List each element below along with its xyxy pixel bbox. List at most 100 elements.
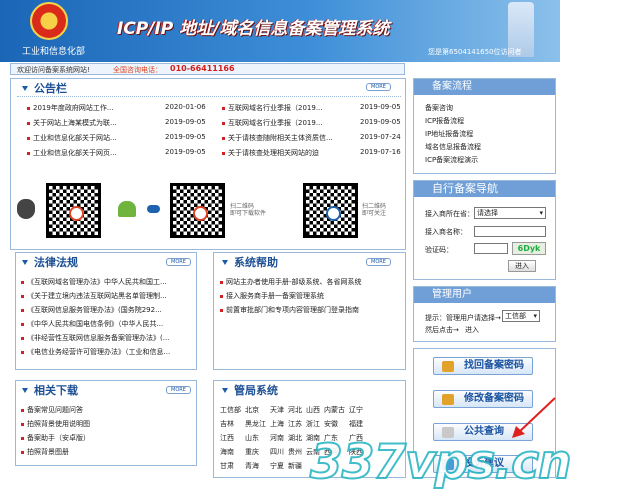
province-link[interactable]: 北京	[243, 403, 268, 417]
access-province-label: 接入商所在省：	[425, 210, 474, 218]
province-link[interactable]: 吉林	[218, 417, 243, 431]
flow-item[interactable]: ICP备案流程演示	[425, 154, 481, 167]
flow-item[interactable]: 域名信息报备流程	[425, 141, 481, 154]
help-title: 系统帮助	[234, 256, 278, 269]
province-link[interactable]: 山东	[243, 431, 268, 445]
province-link[interactable]: 海南	[218, 445, 243, 459]
qr-code-android	[170, 183, 225, 238]
notice-title: 公告栏	[34, 82, 67, 95]
downloads-more-button[interactable]: MORE	[166, 386, 191, 394]
admin-user-select[interactable]: 工信部 ▾	[502, 310, 540, 322]
province-link[interactable]: 浙江	[304, 417, 322, 431]
province-link[interactable]: 黑龙江	[243, 417, 268, 431]
law-title: 法律法规	[34, 256, 78, 269]
qr-code-ios	[46, 183, 101, 238]
access-name-input[interactable]	[474, 226, 546, 237]
province-link[interactable]: 甘肃	[218, 459, 243, 473]
province-link[interactable]: 重庆	[243, 445, 268, 459]
notice-item[interactable]: 关于网站上海某模式为联...	[33, 119, 117, 127]
province-link[interactable]: 安徽	[322, 417, 347, 431]
access-province-select[interactable]: 请选择 ▾	[474, 207, 546, 219]
flow-item[interactable]: IP地址报备流程	[425, 128, 481, 141]
button-label: 找回备案密码	[464, 360, 524, 371]
download-item[interactable]: 拍照背景使用说明图	[27, 420, 90, 428]
notice-item[interactable]: 关于请核查随附相关主体资质信...	[228, 134, 333, 142]
province-link[interactable]: 湖北	[286, 431, 304, 445]
select-value: 工信部	[505, 312, 526, 320]
law-item[interactable]: 《互联网信息服务管理办法》(国务院292...	[27, 306, 162, 314]
province-link[interactable]: 贵州	[286, 445, 304, 459]
law-item[interactable]: 《电信业务经营许可管理办法》（工业和信息...	[27, 348, 170, 356]
apple-icon[interactable]	[17, 199, 35, 219]
notice-arrow-icon	[22, 86, 28, 91]
flow-item[interactable]: ICP报备流程	[425, 115, 481, 128]
province-link[interactable]: 青海	[243, 459, 268, 473]
captcha-image[interactable]: 6Dyk	[512, 242, 546, 255]
help-more-button[interactable]: MORE	[366, 258, 391, 266]
android-icon[interactable]	[118, 201, 136, 217]
hotline-label: 全国咨询电话：	[113, 66, 162, 74]
law-more-button[interactable]: MORE	[166, 258, 191, 266]
notice-more-button[interactable]: MORE	[366, 83, 391, 91]
help-item[interactable]: 网站主办者使用手册-部级系统、各省网系统	[226, 278, 362, 286]
law-item[interactable]: 《互联网域名管理办法》中华人民共和国工...	[27, 278, 167, 286]
notice-item[interactable]: 2019年度政府网站工作...	[33, 104, 114, 112]
province-link[interactable]: 四川	[268, 445, 286, 459]
cloud-download-icon[interactable]	[147, 205, 160, 213]
downloads-title: 相关下载	[34, 384, 78, 397]
admin-user-title: 管理用户	[414, 287, 555, 303]
province-link[interactable]: 天津	[268, 403, 286, 417]
access-name-label: 接入商名称：	[425, 228, 467, 236]
flow-item[interactable]: 备案咨询	[425, 102, 481, 115]
captcha-input[interactable]	[474, 243, 508, 254]
law-item[interactable]: 《关于建立境内违法互联网站黑名单管理制...	[27, 292, 167, 300]
welcome-text: 欢迎访问备案系统网站!	[17, 66, 90, 74]
watermark: 337vps.cn	[309, 434, 573, 491]
province-link[interactable]: 辽宁	[347, 403, 365, 417]
help-item[interactable]: 前置审批部门和专项内容管理部门登录指南	[226, 306, 359, 314]
law-arrow-icon	[22, 260, 28, 265]
download-item[interactable]: 拍照背景图册	[27, 448, 69, 456]
notice-right-list: 互联网域名行业季报（2019... 2019-09-05 互联网域名行业季报（20…	[222, 103, 401, 163]
admin-user-hint: 提示：管理用户请选择→	[425, 314, 501, 322]
province-link[interactable]: 河南	[268, 431, 286, 445]
admin-user-enter-link[interactable]: 进入	[465, 325, 479, 335]
national-emblem-icon	[30, 2, 68, 40]
notice-item[interactable]: 互联网域名行业季报（2019...	[228, 119, 323, 127]
flow-list: 备案咨询 ICP报备流程 IP地址报备流程 域名信息报备流程 ICP备案流程演示	[425, 102, 481, 167]
divider	[17, 96, 401, 97]
notice-left-list: 2019年度政府网站工作... 2020-01-06 关于网站上海某模式为联...…	[27, 103, 206, 163]
province-link[interactable]: 工信部	[218, 403, 243, 417]
province-link[interactable]: 新疆	[286, 459, 304, 473]
admin-systems-title: 管局系统	[234, 384, 278, 397]
admin-user-hint2: 然后点击→	[425, 326, 459, 334]
qr-download-hint: 扫二维码 即可下载软件	[230, 203, 267, 217]
help-arrow-icon	[222, 260, 228, 265]
province-link[interactable]: 宁夏	[268, 459, 286, 473]
chevron-down-icon: ▾	[533, 312, 537, 320]
province-link[interactable]: 福建	[347, 417, 365, 431]
province-link[interactable]: 上海	[268, 417, 286, 431]
notice-item[interactable]: 工业和信息化部关于网站...	[33, 134, 117, 142]
province-link[interactable]: 江苏	[286, 417, 304, 431]
province-link[interactable]: 山西	[304, 403, 322, 417]
notice-item[interactable]: 工业和信息化部关于网页...	[33, 149, 117, 157]
law-item[interactable]: 《中华人民共和国电信条例》（中华人民共...	[27, 320, 163, 328]
site-title: ICP/IP 地址/域名信息备案管理系统	[117, 19, 390, 39]
nav-enter-button[interactable]: 进入	[508, 260, 536, 272]
download-item[interactable]: 备案助手（安卓版）	[27, 434, 90, 442]
download-item[interactable]: 备案常见问题问答	[27, 406, 83, 414]
law-item[interactable]: 《非经营性互联网信息服务备案管理办法》(...	[27, 334, 169, 342]
qr-follow-hint: 扫二维码 即可关注	[362, 203, 387, 217]
province-link[interactable]: 江西	[218, 431, 243, 445]
notice-item[interactable]: 关于请核查处理相关网站的迫	[228, 149, 319, 157]
downloads-arrow-icon	[22, 388, 28, 393]
law-list: 《互联网域名管理办法》中华人民共和国工... 《关于建立境内违法互联网站黑名单管…	[21, 275, 170, 359]
province-link[interactable]: 内蒙古	[322, 403, 347, 417]
captcha-label: 验证码：	[425, 246, 453, 254]
retrieve-password-button[interactable]: 找回备案密码	[433, 357, 533, 375]
help-item[interactable]: 接入服务商手册一备案管理系统	[226, 292, 324, 300]
qr-code-wechat	[303, 183, 358, 238]
province-link[interactable]: 河北	[286, 403, 304, 417]
notice-item[interactable]: 互联网域名行业季报（2019...	[228, 104, 323, 112]
